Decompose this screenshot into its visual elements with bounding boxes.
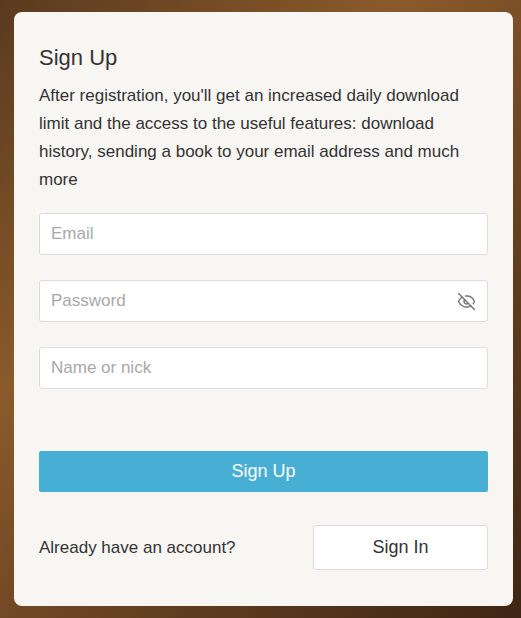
card-title: Sign Up: [39, 44, 488, 72]
toggle-visibility-button[interactable]: [454, 289, 478, 313]
eye-off-icon: [457, 292, 476, 311]
page: Sign Up After registration, you'll get an…: [0, 0, 521, 618]
footer-row: Already have an account? Sign In: [39, 525, 488, 570]
form-fields: [39, 213, 488, 389]
sign-up-card: Sign Up After registration, you'll get an…: [14, 12, 513, 606]
text-input[interactable]: [40, 348, 487, 388]
text-field[interactable]: [39, 347, 488, 389]
text-input[interactable]: [40, 214, 487, 254]
sign-in-button[interactable]: Sign In: [313, 525, 488, 570]
sign-up-button[interactable]: Sign Up: [39, 451, 488, 492]
password-field[interactable]: [39, 280, 488, 322]
text-field[interactable]: [39, 213, 488, 255]
footer-text: Already have an account?: [39, 535, 236, 561]
card-description: After registration, you'll get an increa…: [39, 82, 488, 194]
password-input[interactable]: [40, 281, 454, 321]
